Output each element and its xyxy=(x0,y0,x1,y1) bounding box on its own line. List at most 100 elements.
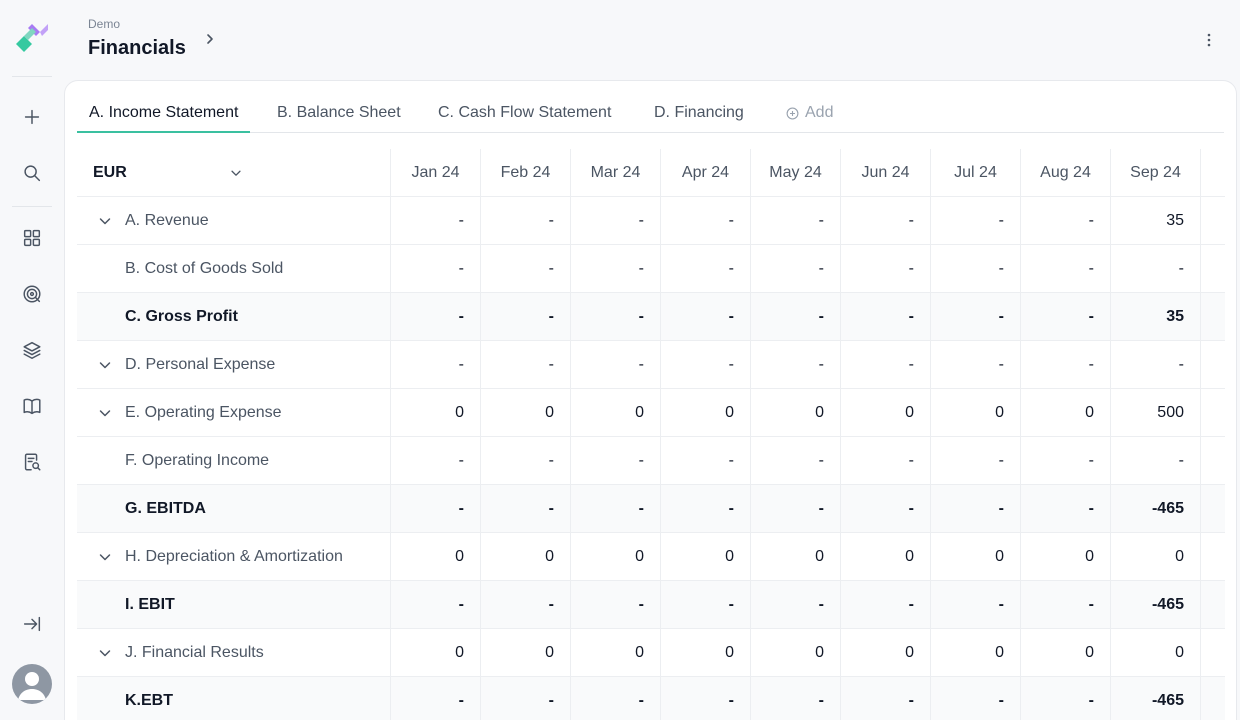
more-options-button[interactable] xyxy=(1200,30,1218,50)
chevron-down-icon[interactable] xyxy=(97,357,113,373)
table-cell[interactable]: 0 xyxy=(931,629,1021,677)
table-cell[interactable]: 0 xyxy=(391,629,481,677)
layers-button[interactable] xyxy=(16,334,48,366)
table-cell[interactable]: - xyxy=(751,581,841,629)
table-cell[interactable]: - xyxy=(571,581,661,629)
table-cell[interactable]: - xyxy=(841,485,931,533)
table-cell[interactable] xyxy=(1201,581,1225,629)
row-label-cell[interactable]: H. Depreciation & Amortization xyxy=(77,533,391,581)
row-label-cell[interactable]: E. Operating Expense xyxy=(77,389,391,437)
tab-income-statement[interactable]: A. Income Statement xyxy=(77,99,251,133)
table-cell[interactable]: - xyxy=(571,293,661,341)
table-cell[interactable]: - xyxy=(751,245,841,293)
table-cell[interactable] xyxy=(1201,533,1225,581)
docs-button[interactable] xyxy=(16,390,48,422)
table-cell[interactable]: 0 xyxy=(481,533,571,581)
add-button[interactable] xyxy=(16,101,48,133)
table-cell[interactable]: 0 xyxy=(1111,533,1201,581)
table-cell[interactable]: 35 xyxy=(1111,293,1201,341)
table-cell[interactable]: - xyxy=(1021,293,1111,341)
table-cell[interactable]: 0 xyxy=(1021,389,1111,437)
app-logo[interactable] xyxy=(14,22,50,54)
table-cell[interactable]: 0 xyxy=(391,389,481,437)
table-cell[interactable]: 0 xyxy=(751,629,841,677)
table-cell[interactable]: - xyxy=(751,677,841,720)
table-cell[interactable]: - xyxy=(661,677,751,720)
goals-button[interactable] xyxy=(16,278,48,310)
table-cell[interactable]: - xyxy=(481,341,571,389)
table-cell[interactable]: 0 xyxy=(841,533,931,581)
table-cell[interactable]: 0 xyxy=(1111,629,1201,677)
table-cell[interactable]: 35 xyxy=(1111,197,1201,245)
table-cell[interactable]: - xyxy=(391,245,481,293)
chevron-down-icon[interactable] xyxy=(97,213,113,229)
table-cell[interactable]: - xyxy=(841,581,931,629)
table-cell[interactable]: - xyxy=(391,341,481,389)
table-cell[interactable]: 0 xyxy=(1021,533,1111,581)
table-cell[interactable]: - xyxy=(931,245,1021,293)
table-cell[interactable]: - xyxy=(751,437,841,485)
table-cell[interactable]: - xyxy=(391,485,481,533)
row-label-cell[interactable]: J. Financial Results xyxy=(77,629,391,677)
collapse-sidebar-button[interactable] xyxy=(16,608,48,640)
table-cell[interactable]: - xyxy=(1111,341,1201,389)
table-cell[interactable]: - xyxy=(571,197,661,245)
table-cell[interactable]: 0 xyxy=(931,389,1021,437)
table-cell[interactable]: - xyxy=(661,485,751,533)
table-cell[interactable]: - xyxy=(931,437,1021,485)
table-cell[interactable]: - xyxy=(841,197,931,245)
table-cell[interactable]: 0 xyxy=(481,389,571,437)
table-cell[interactable]: 0 xyxy=(841,389,931,437)
table-cell[interactable]: - xyxy=(931,293,1021,341)
table-cell[interactable]: 0 xyxy=(841,629,931,677)
table-cell[interactable]: - xyxy=(1021,245,1111,293)
table-cell[interactable] xyxy=(1201,677,1225,720)
table-cell[interactable]: -465 xyxy=(1111,581,1201,629)
table-cell[interactable]: - xyxy=(661,341,751,389)
row-label-cell[interactable]: D. Personal Expense xyxy=(77,341,391,389)
table-cell[interactable]: - xyxy=(841,245,931,293)
table-cell[interactable]: - xyxy=(931,677,1021,720)
table-cell[interactable]: 0 xyxy=(661,389,751,437)
table-cell[interactable]: - xyxy=(1021,485,1111,533)
table-cell[interactable] xyxy=(1201,437,1225,485)
tab-cash-flow-statement[interactable]: C. Cash Flow Statement xyxy=(426,99,623,133)
table-cell[interactable]: - xyxy=(751,485,841,533)
table-cell[interactable]: - xyxy=(391,293,481,341)
table-cell[interactable]: - xyxy=(1021,197,1111,245)
avatar[interactable] xyxy=(12,664,52,704)
table-cell[interactable]: - xyxy=(481,581,571,629)
table-cell[interactable]: - xyxy=(391,437,481,485)
table-cell[interactable]: - xyxy=(661,245,751,293)
table-cell[interactable]: - xyxy=(571,245,661,293)
table-cell[interactable]: -465 xyxy=(1111,677,1201,720)
dashboard-button[interactable] xyxy=(16,222,48,254)
reports-button[interactable] xyxy=(16,446,48,478)
table-cell[interactable]: -465 xyxy=(1111,485,1201,533)
table-cell[interactable]: - xyxy=(841,437,931,485)
table-cell[interactable]: - xyxy=(481,437,571,485)
table-cell[interactable]: 0 xyxy=(391,533,481,581)
table-cell[interactable]: - xyxy=(841,293,931,341)
chevron-down-icon[interactable] xyxy=(97,549,113,565)
table-cell[interactable]: - xyxy=(751,293,841,341)
table-cell[interactable]: - xyxy=(841,677,931,720)
table-cell[interactable]: - xyxy=(751,341,841,389)
table-cell[interactable]: - xyxy=(661,293,751,341)
table-cell[interactable]: - xyxy=(571,341,661,389)
table-cell[interactable]: - xyxy=(481,245,571,293)
currency-selector[interactable]: EUR xyxy=(77,149,391,197)
table-cell[interactable]: - xyxy=(571,677,661,720)
chevron-down-icon[interactable] xyxy=(229,166,243,180)
chevron-down-icon[interactable] xyxy=(97,405,113,421)
table-cell[interactable]: 500 xyxy=(1111,389,1201,437)
add-tab-button[interactable]: Add xyxy=(774,99,845,133)
table-cell[interactable]: 0 xyxy=(751,389,841,437)
table-cell[interactable]: - xyxy=(391,197,481,245)
table-cell[interactable]: - xyxy=(661,437,751,485)
table-cell[interactable]: - xyxy=(1021,677,1111,720)
table-cell[interactable]: - xyxy=(1021,437,1111,485)
chevron-right-icon[interactable] xyxy=(202,30,218,48)
table-cell[interactable]: 0 xyxy=(931,533,1021,581)
table-cell[interactable]: - xyxy=(1021,581,1111,629)
